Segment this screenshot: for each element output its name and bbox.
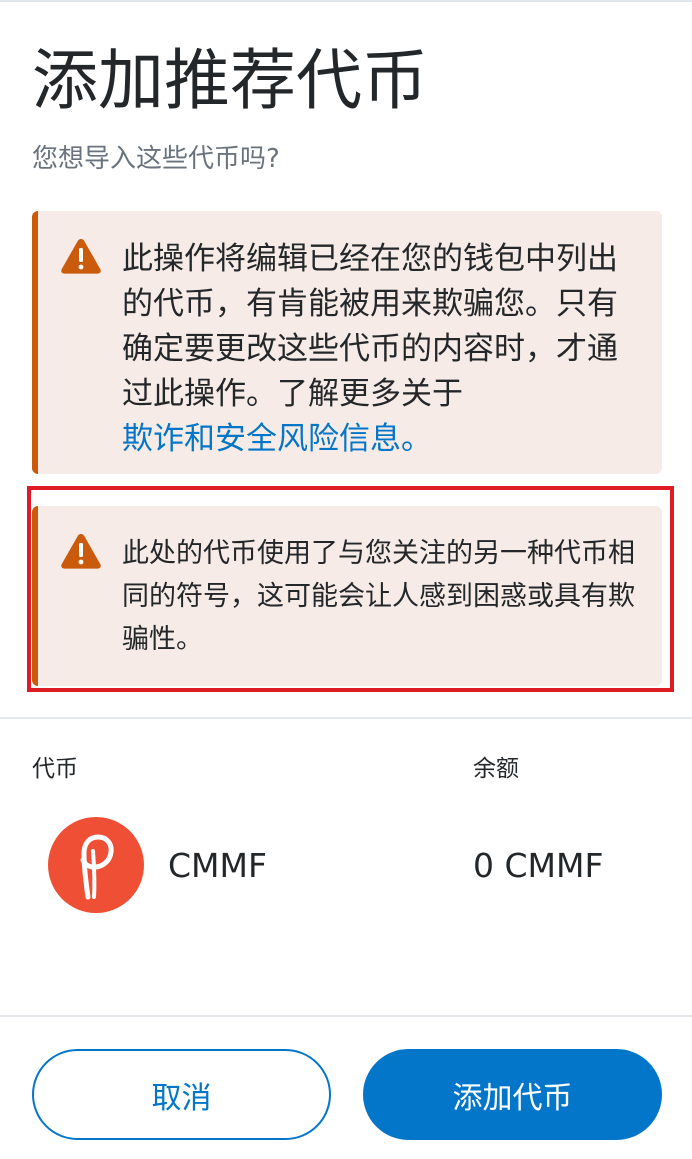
token-column-header: 代币: [32, 756, 78, 782]
footer-divider: [0, 1015, 692, 1017]
token-balance: 0 CMMF: [473, 846, 604, 885]
add-suggested-tokens-page: 添加推荐代币 您想导入这些代币吗? 此操作将编辑已经在您的钱包中列出的代币，有肯…: [0, 0, 692, 1159]
edit-token-warning-alert: 此操作将编辑已经在您的钱包中列出的代币，有肯能被用来欺骗您。只有确定要更改这些代…: [32, 211, 662, 474]
warning-icon: [61, 239, 101, 274]
section-divider: [0, 717, 692, 719]
add-token-button[interactable]: 添加代币: [363, 1049, 662, 1140]
balance-column-header: 余额: [473, 756, 519, 782]
token-symbol: CMMF: [168, 846, 267, 885]
top-divider: [0, 0, 692, 2]
highlight-annotation-box: [27, 486, 674, 692]
edit-token-warning-message: 此操作将编辑已经在您的钱包中列出的代币，有肯能被用来欺骗您。只有确定要更改这些代…: [122, 241, 618, 412]
page-title: 添加推荐代币: [32, 42, 428, 119]
page-subtitle: 您想导入这些代币吗?: [32, 144, 280, 174]
fraud-risk-info-link[interactable]: 欺诈和安全风险信息。: [122, 417, 642, 462]
token-logo-glyph: [80, 834, 114, 900]
edit-token-warning-text: 此操作将编辑已经在您的钱包中列出的代币，有肯能被用来欺骗您。只有确定要更改这些代…: [122, 237, 642, 462]
cancel-button[interactable]: 取消: [32, 1049, 331, 1140]
token-logo-icon: [48, 817, 144, 913]
